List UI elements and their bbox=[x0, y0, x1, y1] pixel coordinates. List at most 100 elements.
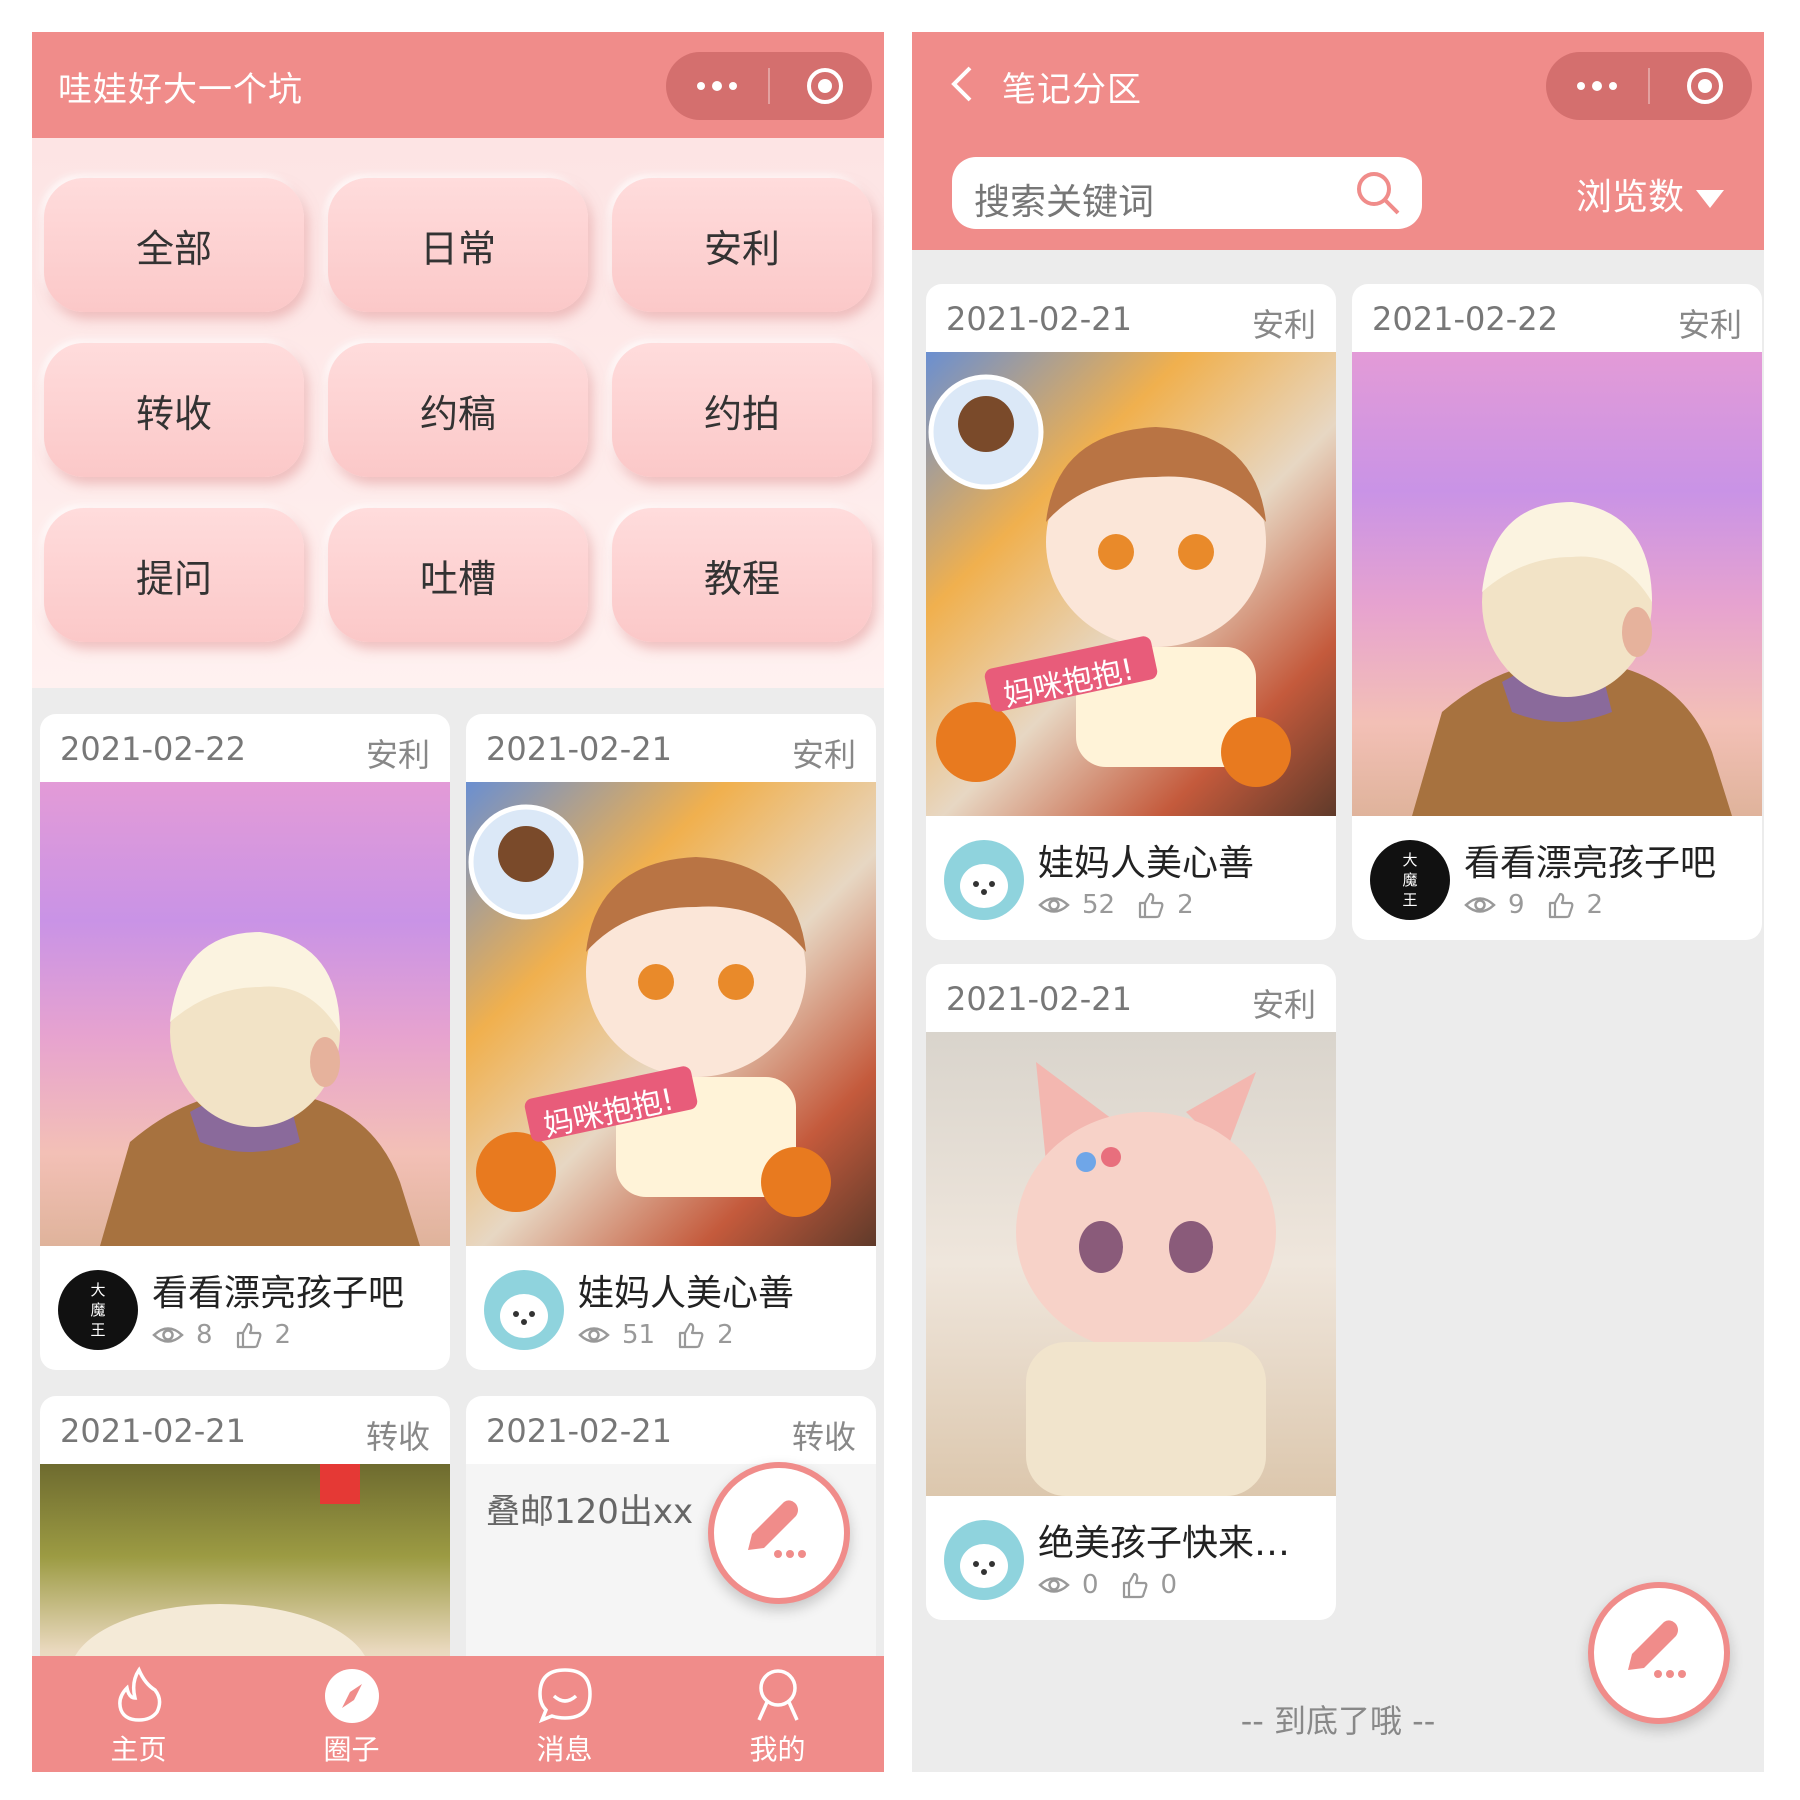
puppy-avatar-icon bbox=[500, 1294, 548, 1338]
tab-messages[interactable]: 消息 bbox=[458, 1656, 671, 1772]
back-arrow-icon[interactable] bbox=[942, 62, 982, 106]
category-button[interactable]: 提问 bbox=[44, 508, 304, 642]
category-button[interactable]: 安利 bbox=[612, 178, 872, 312]
search-bar-area: 搜索关键词 浏览数 bbox=[912, 138, 1764, 250]
thumbs-up-icon[interactable] bbox=[235, 1321, 263, 1349]
capsule-divider bbox=[1648, 68, 1650, 104]
category-button[interactable]: 日常 bbox=[328, 178, 588, 312]
post-image[interactable] bbox=[926, 1032, 1336, 1496]
close-target-icon[interactable] bbox=[1686, 67, 1724, 105]
post-date: 2021-02-21 bbox=[946, 980, 1132, 1018]
post-card[interactable]: 2021-02-21 安利 妈咪抱抱! 娃妈人美心善 bbox=[926, 284, 1336, 940]
post-text: 叠邮120出xx bbox=[486, 1492, 694, 1532]
home-screen: 哇娃好大一个坑 全部 日常 安利 转收 约稿 约拍 提问 吐槽 教程 2021-… bbox=[32, 32, 884, 1772]
page-title: 哇娃好大一个坑 bbox=[58, 70, 303, 110]
post-date: 2021-02-21 bbox=[946, 300, 1132, 338]
avatar[interactable] bbox=[944, 1520, 1024, 1600]
avatar[interactable]: 大魔王 bbox=[1370, 840, 1450, 920]
avatar[interactable] bbox=[944, 840, 1024, 920]
post-title: 娃妈人美心善 bbox=[578, 1273, 795, 1314]
search-placeholder: 搜索关键词 bbox=[974, 182, 1155, 223]
category-button[interactable]: 吐槽 bbox=[328, 508, 588, 642]
eye-icon bbox=[1038, 897, 1070, 913]
view-count: 9 bbox=[1508, 890, 1525, 920]
post-tag: 安利 bbox=[791, 736, 856, 774]
dropdown-triangle-icon bbox=[1696, 190, 1724, 208]
post-image[interactable] bbox=[1352, 352, 1762, 816]
compose-button[interactable] bbox=[708, 1462, 850, 1604]
eye-icon bbox=[152, 1327, 184, 1343]
tab-label: 消息 bbox=[536, 1733, 593, 1766]
sort-label: 浏览数 bbox=[1575, 177, 1684, 218]
close-target-icon[interactable] bbox=[806, 67, 844, 105]
notes-screen: 笔记分区 搜索关键词 浏览数 2021-02-21 安利 妈咪抱抱! 娃妈人美心… bbox=[912, 32, 1764, 1772]
category-button[interactable]: 转收 bbox=[44, 343, 304, 477]
flame-icon bbox=[117, 1666, 161, 1722]
post-stats: 8 2 bbox=[152, 1320, 313, 1350]
post-date: 2021-02-21 bbox=[60, 1412, 246, 1450]
card-meta: 2021-02-22 安利 bbox=[1352, 284, 1762, 352]
post-image[interactable] bbox=[40, 782, 450, 1246]
avatar-text: 大魔王 bbox=[1402, 851, 1418, 909]
plush-doll-image: 妈咪抱抱! bbox=[928, 374, 1291, 787]
eye-icon bbox=[1464, 897, 1496, 913]
puppy-avatar-icon bbox=[960, 864, 1008, 908]
post-tag: 转收 bbox=[365, 1418, 430, 1456]
tab-mine[interactable]: 我的 bbox=[671, 1656, 884, 1772]
thumbs-up-icon[interactable] bbox=[677, 1321, 705, 1349]
sort-dropdown[interactable]: 浏览数 bbox=[1576, 168, 1724, 220]
post-image[interactable]: 妈咪抱抱! bbox=[926, 352, 1336, 816]
thumbs-up-icon[interactable] bbox=[1137, 891, 1165, 919]
category-button[interactable]: 全部 bbox=[44, 178, 304, 312]
card-info: 娃妈人美心善 51 2 bbox=[466, 1246, 876, 1370]
compose-button[interactable] bbox=[1588, 1582, 1730, 1724]
post-title: 娃妈人美心善 bbox=[1038, 843, 1255, 884]
avatar-text: 大魔王 bbox=[90, 1281, 106, 1339]
card-info: 绝美孩子快来… 0 0 bbox=[926, 1496, 1336, 1620]
thumbs-up-icon[interactable] bbox=[1547, 891, 1575, 919]
edit-pencil-icon bbox=[748, 1500, 806, 1558]
like-count: 2 bbox=[1177, 890, 1194, 920]
post-card[interactable]: 2021-02-21 转收 bbox=[40, 1396, 450, 1696]
category-button[interactable]: 教程 bbox=[612, 508, 872, 642]
post-date: 2021-02-21 bbox=[486, 1412, 672, 1450]
card-meta: 2021-02-21 转收 bbox=[466, 1396, 876, 1464]
post-card[interactable]: 2021-02-21 安利 绝美孩子快来… 0 0 bbox=[926, 964, 1336, 1620]
like-count: 2 bbox=[1586, 890, 1604, 920]
post-title: 看看漂亮孩子吧 bbox=[1464, 843, 1717, 884]
card-meta: 2021-02-21 转收 bbox=[40, 1396, 450, 1464]
search-input[interactable]: 搜索关键词 bbox=[952, 157, 1422, 229]
chat-icon bbox=[537, 1668, 592, 1724]
title-bar: 哇娃好大一个坑 bbox=[32, 32, 884, 138]
card-meta: 2021-02-21 安利 bbox=[926, 964, 1336, 1032]
avatar[interactable] bbox=[484, 1270, 564, 1350]
card-meta: 2021-02-21 安利 bbox=[926, 284, 1336, 352]
tab-circle[interactable]: 圈子 bbox=[245, 1656, 458, 1772]
card-info: 大魔王 看看漂亮孩子吧 8 2 bbox=[40, 1246, 450, 1370]
search-icon[interactable] bbox=[1354, 169, 1402, 217]
tab-home[interactable]: 主页 bbox=[32, 1656, 245, 1772]
view-count: 52 bbox=[1082, 890, 1116, 920]
post-tag: 安利 bbox=[1251, 306, 1316, 344]
page-title: 笔记分区 bbox=[1002, 70, 1142, 110]
post-tag: 安利 bbox=[365, 736, 430, 774]
more-menu-button[interactable] bbox=[1546, 52, 1648, 120]
edit-pencil-icon bbox=[1628, 1620, 1686, 1678]
post-card[interactable]: 2021-02-22 安利 大魔王 看看漂亮孩子吧 8 2 bbox=[40, 714, 450, 1370]
view-count: 0 bbox=[1082, 1570, 1099, 1600]
mini-program-capsule bbox=[666, 52, 872, 120]
card-meta: 2021-02-21 安利 bbox=[466, 714, 876, 782]
blonde-boy-image bbox=[100, 932, 420, 1246]
tab-label: 圈子 bbox=[323, 1733, 380, 1766]
user-icon bbox=[756, 1669, 799, 1721]
pink-cat-doll-image bbox=[1016, 1062, 1276, 1496]
post-image[interactable]: 妈咪抱抱! bbox=[466, 782, 876, 1246]
post-card[interactable]: 2021-02-21 安利 妈咪抱抱! 娃妈人美心善 bbox=[466, 714, 876, 1370]
thumbs-up-icon[interactable] bbox=[1121, 1571, 1149, 1599]
more-menu-button[interactable] bbox=[666, 52, 768, 120]
avatar[interactable]: 大魔王 bbox=[58, 1270, 138, 1350]
category-button[interactable]: 约拍 bbox=[612, 343, 872, 477]
post-stats: 9 2 bbox=[1464, 890, 1625, 920]
post-card[interactable]: 2021-02-22 安利 大魔王 看看漂亮孩子吧 9 2 bbox=[1352, 284, 1762, 940]
category-button[interactable]: 约稿 bbox=[328, 343, 588, 477]
